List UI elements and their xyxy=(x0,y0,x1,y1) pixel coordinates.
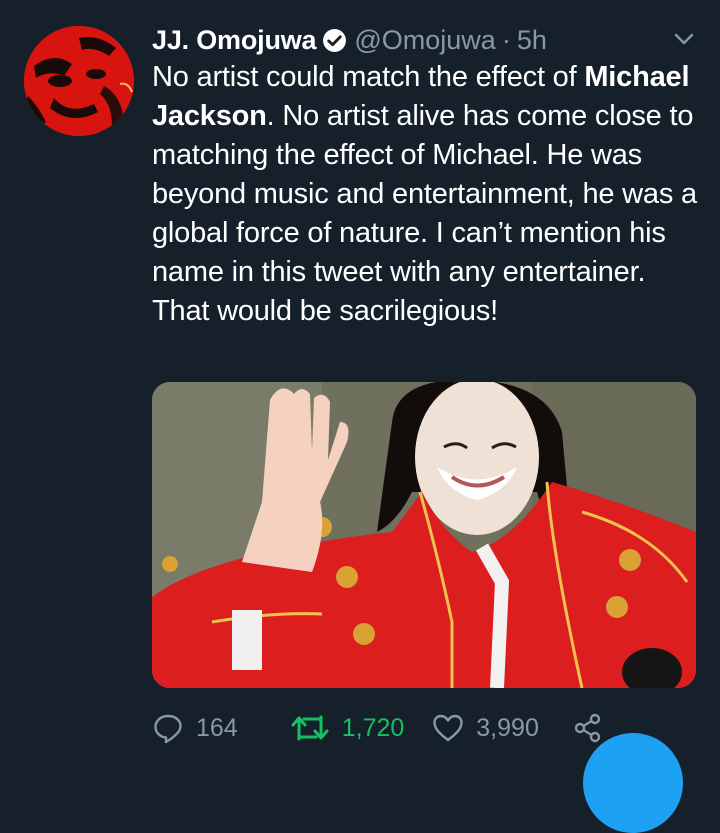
reply-button[interactable]: 164 xyxy=(152,712,238,744)
reply-bubble-icon xyxy=(154,714,182,744)
tweet-text-end: . No artist alive has come close to matc… xyxy=(152,100,697,327)
retweet-button[interactable]: 1,720 xyxy=(290,713,405,743)
tweet-header: JJ. Omojuwa @Omojuwa · 5h xyxy=(152,20,700,60)
chevron-down-icon[interactable] xyxy=(674,32,694,46)
like-button[interactable]: 3,990 xyxy=(432,713,539,743)
author-handle[interactable]: @Omojuwa xyxy=(354,25,495,56)
compose-tweet-button[interactable] xyxy=(583,733,683,833)
tweet-text-start: No artist could match the effect of xyxy=(152,61,585,93)
heart-icon xyxy=(433,714,463,742)
tweet-actions: 164 1,720 3,990 xyxy=(152,708,615,748)
header-separator: · xyxy=(501,24,511,55)
like-count: 3,990 xyxy=(476,713,539,742)
reply-count: 164 xyxy=(196,713,238,742)
tweet-photo[interactable] xyxy=(152,382,696,688)
verified-badge-icon xyxy=(323,28,347,52)
retweet-count: 1,720 xyxy=(341,713,405,742)
author-avatar[interactable] xyxy=(24,26,134,136)
tweet-text: No artist could match the effect of Mich… xyxy=(152,58,702,331)
retweet-icon xyxy=(291,715,329,741)
share-icon xyxy=(574,713,601,743)
author-name[interactable]: JJ. Omojuwa xyxy=(152,25,317,56)
tweet-timestamp[interactable]: 5h xyxy=(517,25,547,56)
